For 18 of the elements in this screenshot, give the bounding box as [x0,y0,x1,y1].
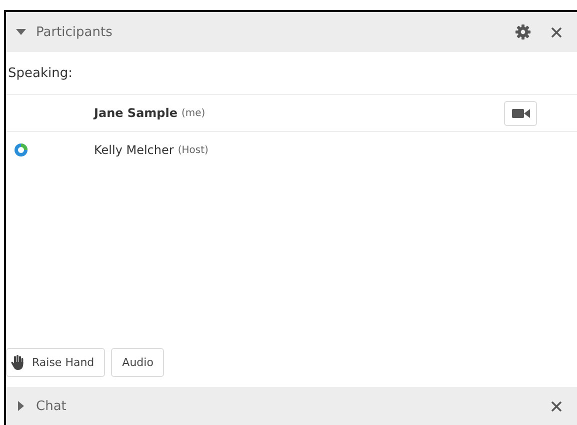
chat-header[interactable]: Chat [6,387,577,425]
panel-header[interactable]: Participants [6,12,577,52]
status-icon [14,143,28,157]
speaking-label: Speaking: [8,66,72,80]
close-icon[interactable] [551,26,562,38]
close-icon[interactable] [551,400,562,412]
panel-title: Participants [36,24,112,40]
participant-name: Kelly Melcher [94,143,174,157]
hand-icon [11,355,24,370]
video-button[interactable] [504,100,537,126]
panel-title: Chat [36,398,66,414]
participant-role: (Host) [178,144,208,156]
audio-button[interactable]: Audio [111,348,164,377]
video-camera-icon [512,108,530,118]
settings-icon[interactable] [515,24,531,40]
participant-role: (me) [182,108,206,118]
participant-name: Jane Sample [94,106,178,120]
raise-hand-button[interactable]: Raise Hand [6,348,106,377]
